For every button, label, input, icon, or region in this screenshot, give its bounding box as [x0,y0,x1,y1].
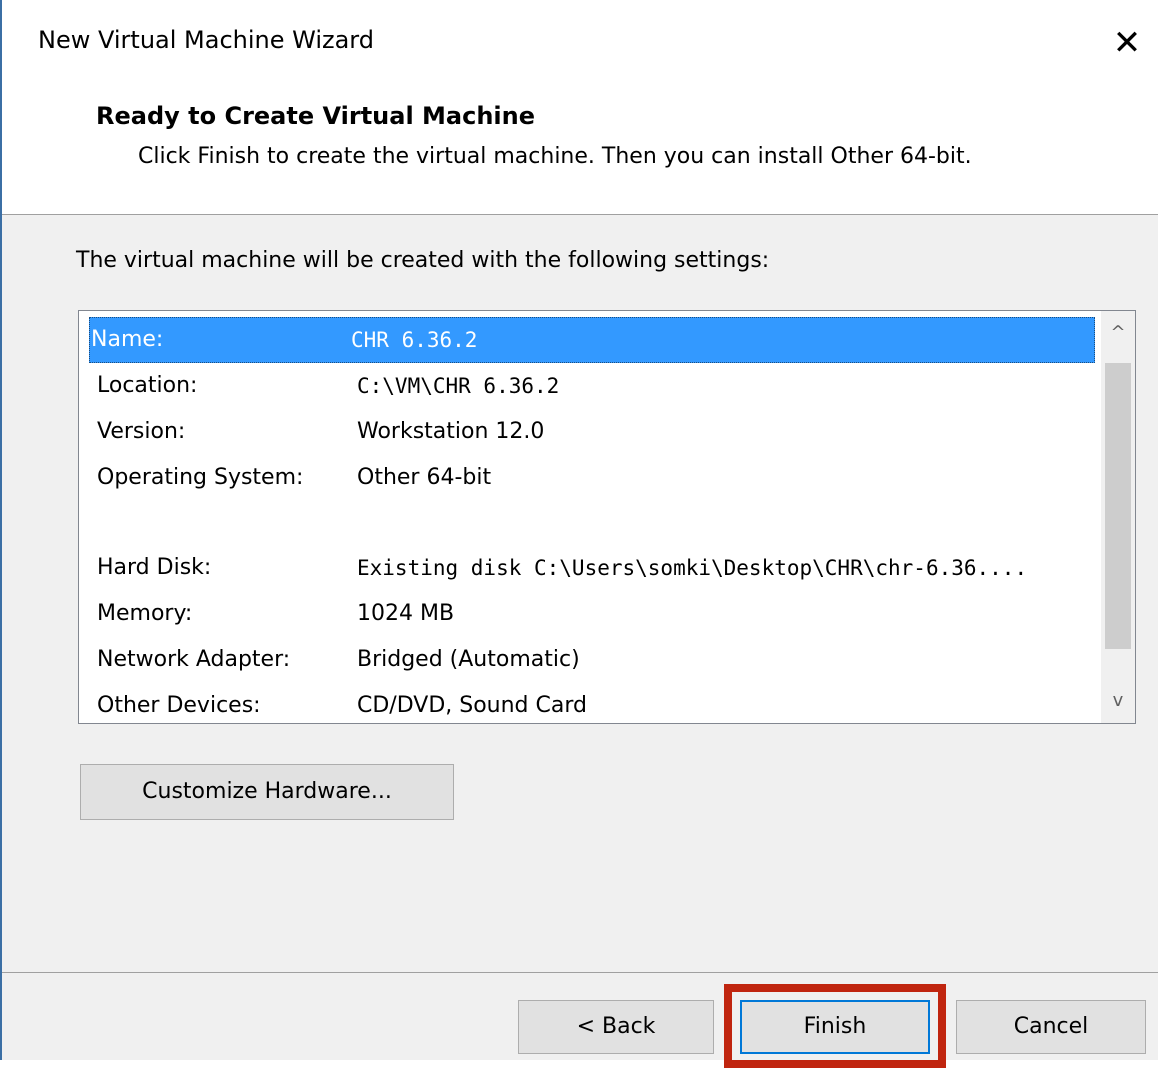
list-item[interactable]: Hard Disk: Existing disk C:\Users\somki\… [95,545,1095,591]
window-title: New Virtual Machine Wizard [38,26,374,54]
footer-divider [2,972,1158,973]
finish-highlight-box [724,984,946,1068]
setting-label: Hard Disk: [97,555,212,580]
settings-intro: The virtual machine will be created with… [76,248,770,273]
list-item[interactable]: Network Adapter: Bridged (Automatic) [95,637,1095,683]
settings-rows: Name: CHR 6.36.2 Location: C:\VM\CHR 6.3… [89,317,1095,729]
scroll-up-icon[interactable]: ^ [1101,311,1135,355]
setting-label: Version: [97,419,186,444]
setting-value: CHR 6.36.2 [351,328,478,352]
close-icon[interactable]: ✕ [1102,18,1152,68]
list-item[interactable]: Other Devices: CD/DVD, Sound Card [95,683,1095,729]
setting-label: Name: [91,327,164,352]
list-item[interactable]: Version: Workstation 12.0 [95,409,1095,455]
setting-label: Location: [97,373,198,398]
scrollbar-thumb[interactable] [1105,363,1131,649]
customize-hardware-button[interactable]: Customize Hardware... [80,764,454,820]
setting-label: Network Adapter: [97,647,291,672]
vertical-scrollbar[interactable]: ^ v [1101,311,1135,723]
cancel-button[interactable]: Cancel [956,1000,1146,1054]
wizard-header: Ready to Create Virtual Machine Click Fi… [2,88,1158,215]
wizard-window: New Virtual Machine Wizard ✕ Ready to Cr… [0,0,1158,1068]
page-description: Click Finish to create the virtual machi… [138,144,972,169]
setting-label: Other Devices: [97,693,261,718]
setting-value: Bridged (Automatic) [357,647,580,672]
setting-label: Memory: [97,601,193,626]
list-item[interactable]: Name: CHR 6.36.2 [89,317,1095,363]
list-item[interactable]: Location: C:\VM\CHR 6.36.2 [95,363,1095,409]
list-item[interactable]: Memory: 1024 MB [95,591,1095,637]
list-item[interactable]: Operating System: Other 64-bit [95,455,1095,501]
setting-value: Other 64-bit [357,465,492,490]
setting-value: Workstation 12.0 [357,419,545,444]
setting-value: Existing disk C:\Users\somki\Desktop\CHR… [357,556,1028,580]
back-button[interactable]: < Back [518,1000,714,1054]
settings-list[interactable]: Name: CHR 6.36.2 Location: C:\VM\CHR 6.3… [78,310,1136,724]
setting-value: C:\VM\CHR 6.36.2 [357,374,560,398]
page-title: Ready to Create Virtual Machine [96,102,536,130]
setting-value: 1024 MB [357,601,455,626]
title-bar: New Virtual Machine Wizard ✕ [2,0,1158,88]
scroll-down-icon[interactable]: v [1101,679,1135,723]
setting-label: Operating System: [97,465,304,490]
setting-value: CD/DVD, Sound Card [357,693,587,718]
